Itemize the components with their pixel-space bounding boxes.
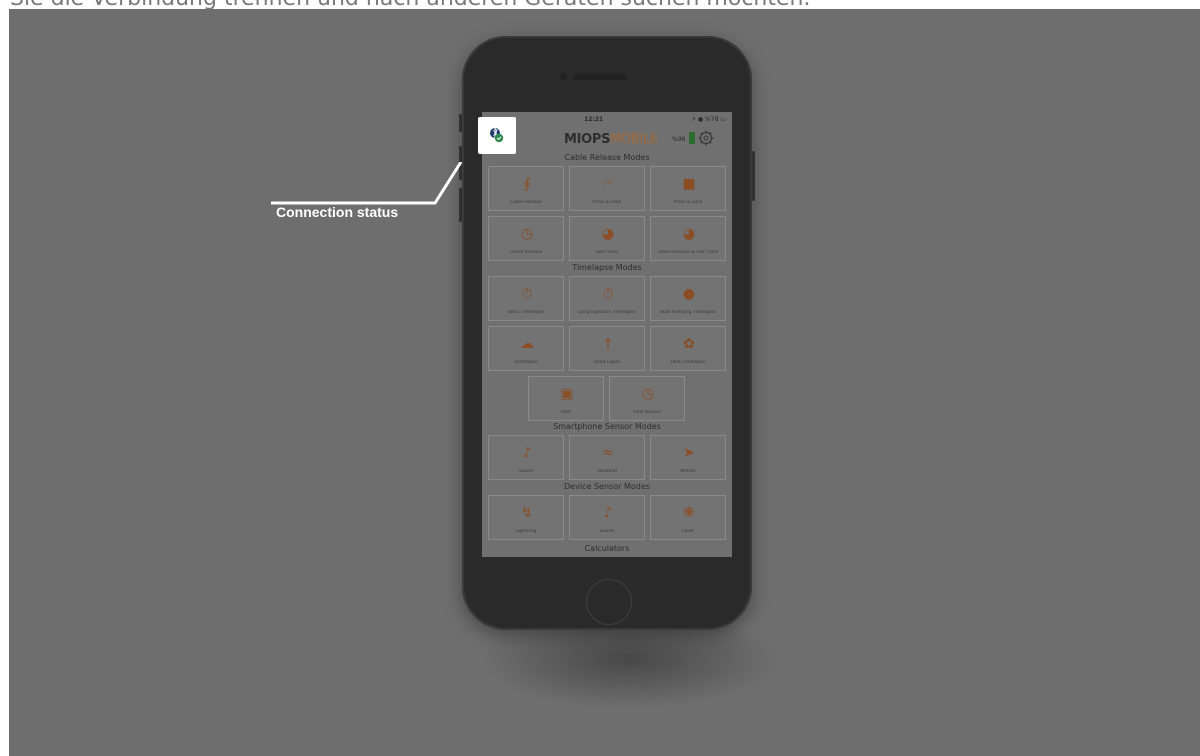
clock-icon: ◷ bbox=[641, 386, 655, 402]
stopwatch-icon: ⏱ bbox=[521, 286, 533, 302]
tile-sound[interactable]: ♪ Sound bbox=[488, 435, 564, 480]
status-time: 12:21 bbox=[584, 115, 604, 123]
tile-press-hold[interactable]: ☞ Press & Hold bbox=[569, 166, 645, 211]
tile-self-timer[interactable]: ◕ Self Timer bbox=[569, 216, 645, 261]
running-person-icon: ➤ bbox=[683, 445, 695, 461]
section-title-cable-release: Cable Release Modes bbox=[564, 153, 650, 162]
hdr-timelapse-icon: ✿ bbox=[683, 336, 695, 352]
tile-laser[interactable]: ❋ Laser bbox=[650, 495, 726, 540]
tile-road-lapse[interactable]: † Road Lapse bbox=[569, 326, 645, 371]
callout-label: Connection status bbox=[276, 204, 399, 220]
tile-device-sound[interactable]: ♪ Sound bbox=[569, 495, 645, 540]
tile-motion[interactable]: ➤ Motion bbox=[650, 435, 726, 480]
map-pin-icon: † bbox=[604, 336, 612, 352]
overlay-backdrop: ▮≈ 12:21 ↗ ● %78 ▭ MIOPSMOBILE %98 bbox=[9, 9, 1200, 756]
status-indicators: ↗ ● %78 ▭ bbox=[690, 115, 726, 123]
hand-pointer-icon: ☞ bbox=[601, 176, 615, 192]
earpiece bbox=[573, 74, 627, 80]
laser-icon: ❋ bbox=[683, 505, 695, 521]
bulb-icon: ● bbox=[682, 286, 696, 302]
tile-hdr[interactable]: ▣ HDR bbox=[528, 376, 604, 421]
app-screen: ▮≈ 12:21 ↗ ● %78 ▭ MIOPSMOBILE %98 bbox=[482, 112, 732, 557]
cable-icon: ∮ bbox=[523, 176, 531, 192]
app-logo: MIOPSMOBILE bbox=[564, 132, 659, 147]
bluetooth-connected-icon bbox=[490, 127, 504, 143]
microphone-icon: ♪ bbox=[603, 505, 613, 521]
tile-timed-release-self-timer[interactable]: ◕ Timed Release & Self Timer bbox=[650, 216, 726, 261]
power-button bbox=[752, 151, 755, 201]
tile-long-exposure-timelapse[interactable]: ⏱ Long Exposure Timelapse bbox=[569, 276, 645, 321]
front-camera bbox=[559, 73, 567, 81]
tile-time-warper[interactable]: ◷ Time Warper bbox=[609, 376, 685, 421]
tile-press-lock[interactable]: ■ Press & Lock bbox=[650, 166, 726, 211]
app-header: MIOPSMOBILE %98 bbox=[482, 126, 732, 152]
timer-icon: ◕ bbox=[682, 226, 696, 242]
mute-switch bbox=[459, 114, 462, 132]
stopwatch-icon: ⏱ bbox=[602, 286, 614, 302]
clock-icon: ◷ bbox=[520, 226, 534, 242]
tile-lightning[interactable]: ↯ Lightning bbox=[488, 495, 564, 540]
tile-startlapse[interactable]: ☁ Startlapse bbox=[488, 326, 564, 371]
tile-timed-release[interactable]: ◷ Timed Release bbox=[488, 216, 564, 261]
vibration-icon: ≈ bbox=[602, 445, 614, 461]
section-title-device-sensor: Device Sensor Modes bbox=[564, 482, 650, 491]
battery-icon bbox=[689, 132, 695, 144]
tile-bulb-ramping-timelapse[interactable]: ● Bulb Ramping Timelapse bbox=[650, 276, 726, 321]
lightning-icon: ↯ bbox=[521, 505, 533, 521]
section-title-smartphone-sensor: Smartphone Sensor Modes bbox=[553, 422, 661, 431]
status-bar: ▮≈ 12:21 ↗ ● %78 ▭ bbox=[482, 112, 732, 126]
tile-basic-timelapse[interactable]: ⏱ Basic Timelapse bbox=[488, 276, 564, 321]
home-button[interactable] bbox=[586, 579, 632, 625]
microphone-icon: ♪ bbox=[522, 445, 532, 461]
tile-hdr-timelapse[interactable]: ✿ HDR Timelapse bbox=[650, 326, 726, 371]
device-battery-percent: %98 bbox=[672, 136, 686, 143]
star-cloud-icon: ☁ bbox=[520, 336, 534, 352]
image-icon: ▣ bbox=[560, 386, 574, 402]
lock-icon: ■ bbox=[682, 176, 696, 192]
section-title-timelapse: Timelapse Modes bbox=[572, 263, 642, 272]
connection-status-button[interactable] bbox=[478, 117, 516, 154]
gear-icon[interactable] bbox=[698, 130, 714, 146]
tile-vibration[interactable]: ≈ Vibration bbox=[569, 435, 645, 480]
timer-icon: ◕ bbox=[601, 226, 615, 242]
section-title-calculators: Calculators bbox=[584, 544, 630, 553]
